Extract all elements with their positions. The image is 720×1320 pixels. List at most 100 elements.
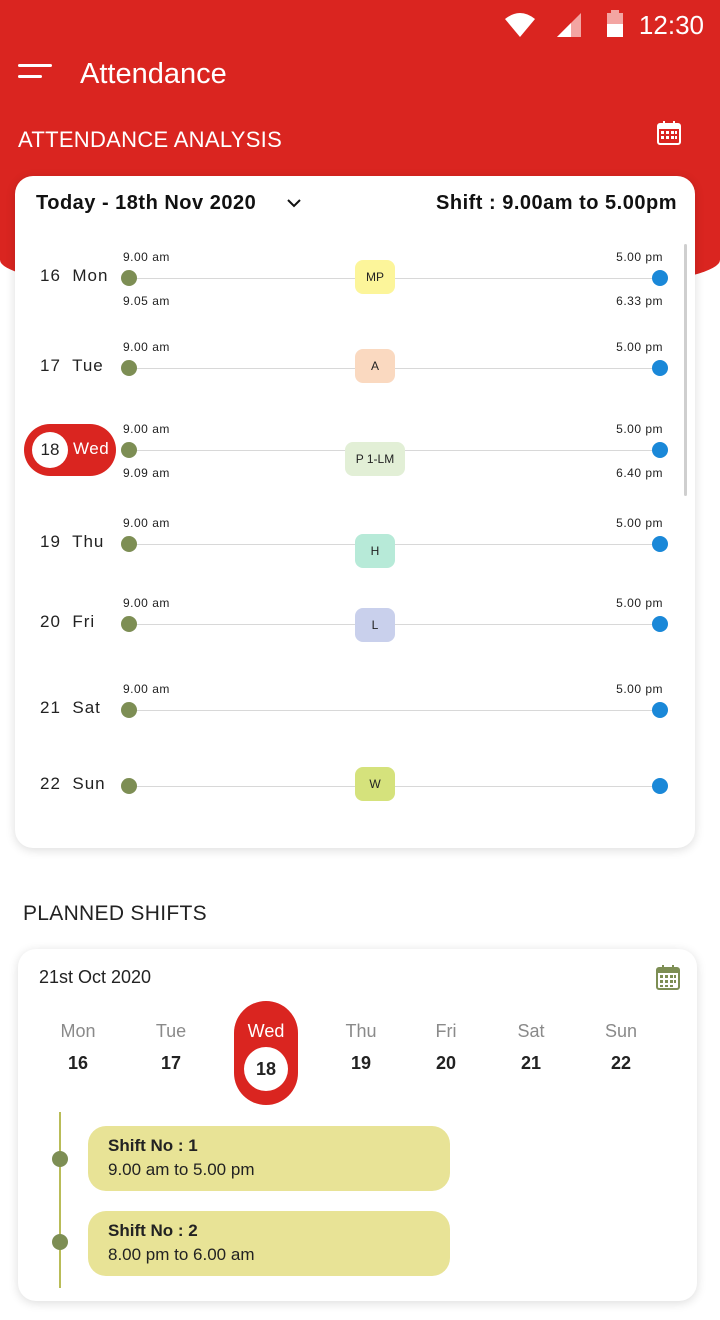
- calendar-icon[interactable]: [656, 120, 682, 146]
- shift-time: 9.00 am to 5.00 pm: [108, 1160, 255, 1179]
- attendance-card: Today - 18th Nov 2020 Shift : 9.00am to …: [15, 176, 695, 848]
- status-badge[interactable]: H: [355, 534, 395, 568]
- day-label: 17 Tue: [40, 356, 104, 375]
- check-in-dot: [121, 536, 137, 552]
- app-bar: Attendance: [0, 52, 720, 100]
- check-out-dot: [652, 360, 668, 376]
- planned-shifts-title: PLANNED SHIFTS: [23, 902, 207, 925]
- planned-shifts-date: 21st Oct 2020: [39, 967, 152, 987]
- status-badge[interactable]: W: [355, 767, 395, 801]
- scheduled-in-time: 9.00 am: [123, 682, 170, 696]
- check-out-dot: [652, 536, 668, 552]
- shift-title: Shift No : 2: [108, 1221, 198, 1240]
- check-in-dot: [121, 616, 137, 632]
- status-badge[interactable]: MP: [355, 260, 395, 294]
- chevron-down-icon[interactable]: [287, 198, 301, 208]
- week-day-mon[interactable]: Mon 16: [43, 999, 113, 1083]
- attendance-row: 17 Tue 9.00 am 5.00 pm A: [15, 340, 695, 428]
- scheduled-out-time: 5.00 pm: [616, 682, 663, 696]
- day-label: 22 Sun: [40, 774, 106, 793]
- selected-day-name: Wed: [73, 439, 110, 458]
- week-day-wed-selected[interactable]: Wed 18: [234, 1001, 298, 1105]
- planned-shifts-card: 21st Oct 2020 Mon 16 Tue 17 Wed 18 Thu 1…: [18, 949, 697, 1301]
- menu-icon[interactable]: [18, 64, 52, 88]
- day-label: 21 Sat: [40, 698, 101, 717]
- actual-in-time: 9.09 am: [123, 466, 170, 480]
- week-day-name: Tue: [155, 1021, 187, 1041]
- battery-icon: [607, 10, 623, 37]
- week-day-sun[interactable]: Sun 22: [586, 999, 656, 1083]
- week-day-number: 22: [610, 1053, 632, 1073]
- week-day-fri[interactable]: Fri 20: [411, 999, 481, 1083]
- check-in-dot: [121, 360, 137, 376]
- week-day-number: 20: [435, 1053, 457, 1073]
- attendance-row: 19 Thu 9.00 am 5.00 pm H: [15, 516, 695, 604]
- status-badge[interactable]: L: [355, 608, 395, 642]
- shift-timeline-line: [59, 1112, 61, 1288]
- week-day-sat[interactable]: Sat 21: [496, 999, 566, 1083]
- day-label: 16 Mon: [40, 266, 109, 285]
- check-out-dot: [652, 270, 668, 286]
- check-out-dot: [652, 778, 668, 794]
- check-out-dot: [652, 616, 668, 632]
- week-day-name: Fri: [435, 1021, 457, 1041]
- attendance-row: 22 Sun W: [15, 767, 695, 846]
- shift-label: Shift : 9.00am to 5.00pm: [436, 192, 677, 214]
- status-bar: 12:30: [0, 0, 720, 48]
- status-badge[interactable]: A: [355, 349, 395, 383]
- day-label: 19 Thu: [40, 532, 105, 551]
- actual-in-time: 9.05 am: [123, 294, 170, 308]
- day-label: 20 Fri: [40, 612, 96, 631]
- check-out-dot: [652, 702, 668, 718]
- week-day-name: Sun: [604, 1021, 638, 1041]
- week-day-name: Thu: [345, 1021, 377, 1041]
- date-selector[interactable]: Today - 18th Nov 2020: [36, 192, 256, 215]
- check-in-dot: [121, 778, 137, 794]
- attendance-row-selected: 18 Wed 9.00 am 9.09 am 5.00 pm 6.40 pm P…: [15, 422, 695, 510]
- attendance-row: 21 Sat 9.00 am 5.00 pm: [15, 682, 695, 770]
- calendar-icon[interactable]: [656, 964, 680, 990]
- shift-time: 8.00 pm to 6.00 am: [108, 1245, 255, 1264]
- attendance-section-title: ATTENDANCE ANALYSIS: [18, 127, 283, 152]
- week-day-thu[interactable]: Thu 19: [326, 999, 396, 1083]
- week-day-number: 19: [350, 1053, 372, 1073]
- selected-date: 18: [32, 432, 68, 468]
- shift-timeline-dot: [52, 1151, 68, 1167]
- scheduled-in-time: 9.00 am: [123, 596, 170, 610]
- status-badge[interactable]: P 1-LM: [345, 442, 405, 476]
- check-out-dot: [652, 442, 668, 458]
- app-title: Attendance: [80, 58, 227, 90]
- week-day-number: 16: [67, 1053, 89, 1073]
- week-day-name: Wed: [247, 1021, 285, 1041]
- scheduled-in-time: 9.00 am: [123, 422, 170, 436]
- actual-out-time: 6.33 pm: [616, 294, 663, 308]
- status-time: 12:30: [638, 10, 704, 40]
- shift-card[interactable]: Shift No : 2 8.00 pm to 6.00 am: [88, 1211, 450, 1276]
- week-day-name: Mon: [60, 1021, 96, 1041]
- scheduled-in-time: 9.00 am: [123, 516, 170, 530]
- scheduled-in-time: 9.00 am: [123, 340, 170, 354]
- attendance-row: 20 Fri 9.00 am 5.00 pm L: [15, 596, 695, 684]
- week-day-name: Sat: [517, 1021, 545, 1041]
- attendance-row: 16 Mon 9.00 am 9.05 am 5.00 pm 6.33 pm M…: [15, 250, 695, 338]
- wifi-icon: [505, 13, 535, 37]
- week-day-number: 21: [520, 1053, 542, 1073]
- scheduled-out-time: 5.00 pm: [616, 596, 663, 610]
- check-in-dot: [121, 702, 137, 718]
- scheduled-out-time: 5.00 pm: [616, 340, 663, 354]
- week-day-tue[interactable]: Tue 17: [136, 999, 206, 1083]
- scheduled-out-time: 5.00 pm: [616, 422, 663, 436]
- signal-icon: [557, 13, 581, 37]
- shift-card[interactable]: Shift No : 1 9.00 am to 5.00 pm: [88, 1126, 450, 1191]
- actual-out-time: 6.40 pm: [616, 466, 663, 480]
- scheduled-in-time: 9.00 am: [123, 250, 170, 264]
- check-in-dot: [121, 442, 137, 458]
- scheduled-out-time: 5.00 pm: [616, 250, 663, 264]
- week-day-number: 18: [244, 1047, 288, 1091]
- selected-day-pill[interactable]: 18 Wed: [24, 424, 116, 476]
- shift-timeline-dot: [52, 1234, 68, 1250]
- check-in-dot: [121, 270, 137, 286]
- shift-title: Shift No : 1: [108, 1136, 198, 1155]
- scheduled-out-time: 5.00 pm: [616, 516, 663, 530]
- week-day-number: 17: [160, 1053, 182, 1073]
